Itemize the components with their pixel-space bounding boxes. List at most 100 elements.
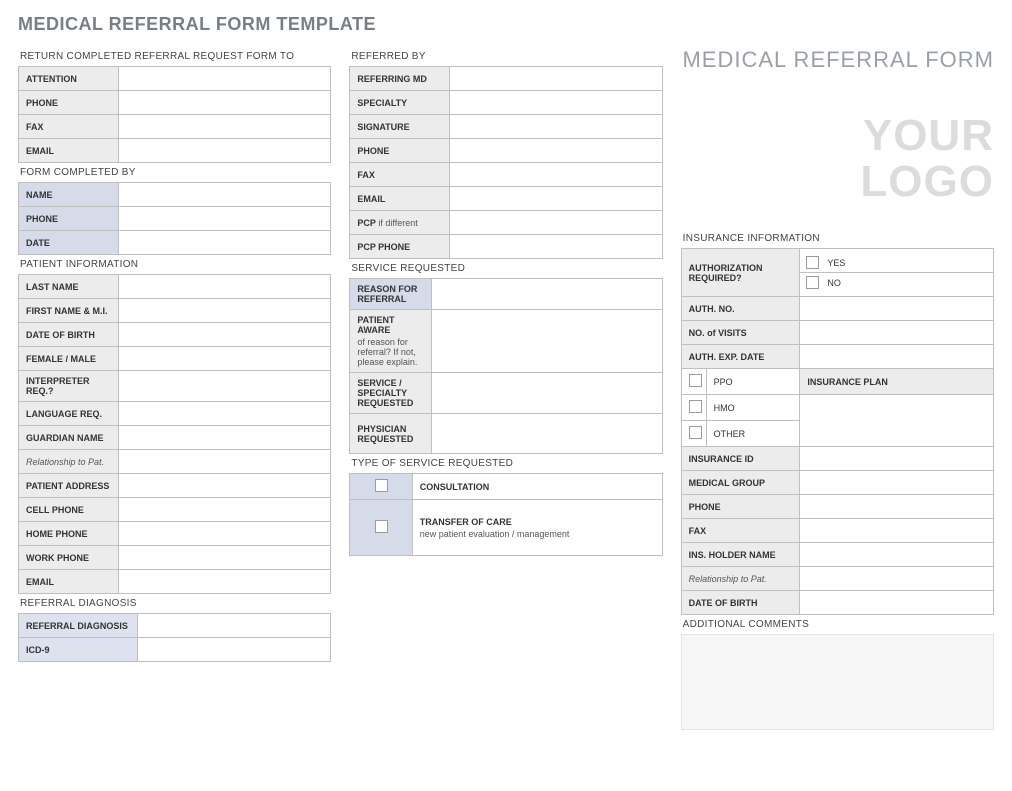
name-label: NAME [19,183,119,207]
relationship-label: Relationship to Pat. [19,450,119,474]
return-to-heading: RETURN COMPLETED REFERRAL REQUEST FORM T… [18,47,331,66]
referred-by-heading: REFERRED BY [349,47,662,66]
reason-label: REASON FOR REFERRAL [350,279,431,310]
name-input[interactable] [118,183,330,207]
comments-input[interactable] [681,634,994,730]
pcp-label: PCP if different [350,211,450,235]
interp-label: INTERPRETER REQ.? [19,371,119,402]
phone-input[interactable] [118,207,330,231]
group-input[interactable] [800,471,994,495]
pcp-input[interactable] [450,211,662,235]
pat-email-input[interactable] [118,570,330,594]
page-title: MEDICAL REFERRAL FORM TEMPLATE [18,14,994,35]
ref-diag-input[interactable] [137,614,331,638]
pcp-phone-input[interactable] [450,235,662,259]
auth-no-label: NO [827,278,841,288]
dob-input[interactable] [118,323,330,347]
auth-no-input[interactable] [800,297,994,321]
visits-input[interactable] [800,321,994,345]
auth-no-label2: AUTH. NO. [681,297,800,321]
return-phone-label: PHONE [19,91,119,115]
insurance-table: AUTHORIZATION REQUIRED? YES NO AUTH. NO.… [681,248,994,369]
ins-fax-label: FAX [681,519,800,543]
exp-label: AUTH. EXP. DATE [681,345,800,369]
lang-label: LANGUAGE REQ. [19,402,119,426]
holder-input[interactable] [800,543,994,567]
guardian-label: GUARDIAN NAME [19,426,119,450]
return-phone-input[interactable] [118,91,330,115]
ref-email-input[interactable] [450,187,662,211]
last-name-label: LAST NAME [19,275,119,299]
ins-rel-label: Relationship to Pat. [681,567,800,591]
ref-fax-input[interactable] [450,163,662,187]
cell-input[interactable] [118,498,330,522]
return-email-input[interactable] [118,139,330,163]
phone-label: PHONE [19,207,119,231]
ins-fax-input[interactable] [800,519,994,543]
group-label: MEDICAL GROUP [681,471,800,495]
plan-input[interactable] [800,395,994,447]
ref-phone-input[interactable] [450,139,662,163]
signature-input[interactable] [450,115,662,139]
other-checkbox[interactable] [689,426,702,439]
consult-label: CONSULTATION [412,474,662,500]
return-fax-input[interactable] [118,115,330,139]
patient-heading: PATIENT INFORMATION [18,255,331,274]
attention-input[interactable] [118,67,330,91]
date-input[interactable] [118,231,330,255]
comments-heading: ADDITIONAL COMMENTS [681,615,994,634]
ref-fax-label: FAX [350,163,450,187]
ref-md-label: REFERRING MD [350,67,450,91]
form-header: MEDICAL REFERRAL FORM [681,47,994,73]
ins-phone-input[interactable] [800,495,994,519]
icd-label: ICD-9 [19,638,138,662]
first-name-input[interactable] [118,299,330,323]
auth-yes-label: YES [827,258,845,268]
ppo-checkbox[interactable] [689,374,702,387]
column-right: MEDICAL REFERRAL FORM YOUR LOGO INSURANC… [681,47,994,730]
completed-by-heading: FORM COMPLETED BY [18,163,331,182]
ins-rel-input[interactable] [800,567,994,591]
consult-checkbox[interactable] [375,479,388,492]
transfer-checkbox[interactable] [375,520,388,533]
pcp-text: PCP [357,218,376,228]
ref-md-input[interactable] [450,67,662,91]
phys-label: PHYSICIAN REQUESTED [350,414,431,454]
hmo-label: HMO [706,395,800,421]
auth-no-checkbox[interactable] [806,276,819,289]
lang-input[interactable] [118,402,330,426]
phys-input[interactable] [431,414,662,454]
auth-options: YES NO [800,249,994,297]
work-input[interactable] [118,546,330,570]
pat-email-label: EMAIL [19,570,119,594]
referred-by-table: REFERRING MD SPECIALTY SIGNATURE PHONE F… [349,66,662,259]
last-name-input[interactable] [118,275,330,299]
pcp-sub: if different [378,218,417,228]
specialty-input[interactable] [450,91,662,115]
exp-input[interactable] [800,345,994,369]
aware-input[interactable] [431,310,662,373]
address-input[interactable] [118,474,330,498]
auth-yes-checkbox[interactable] [806,256,819,269]
ins-id-label: INSURANCE ID [681,447,800,471]
svc-label: SERVICE / SPECIALTY REQUESTED [350,373,431,414]
transfer-text: TRANSFER OF CARE [420,517,512,527]
guardian-input[interactable] [118,426,330,450]
sex-input[interactable] [118,347,330,371]
plan-label: INSURANCE PLAN [800,369,994,395]
svc-input[interactable] [431,373,662,414]
transfer-label: TRANSFER OF CAREnew patient evaluation /… [412,500,662,556]
home-input[interactable] [118,522,330,546]
relationship-input[interactable] [118,450,330,474]
return-email-label: EMAIL [19,139,119,163]
logo-line2: LOGO [681,159,994,205]
hmo-checkcell [681,395,706,421]
ins-dob-input[interactable] [800,591,994,615]
icd-input[interactable] [137,638,331,662]
logo-placeholder: YOUR LOGO [681,113,994,205]
interp-input[interactable] [118,371,330,402]
hmo-checkbox[interactable] [689,400,702,413]
ins-id-input[interactable] [800,447,994,471]
insurance-detail-table: INSURANCE ID MEDICAL GROUP PHONE FAX INS… [681,446,994,615]
reason-input[interactable] [431,279,662,310]
